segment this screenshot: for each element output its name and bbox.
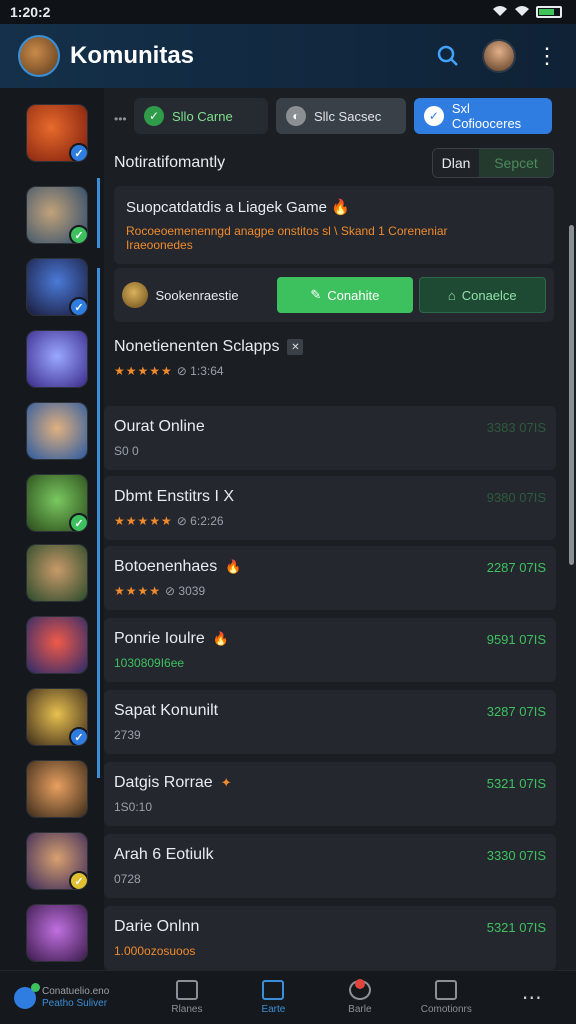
chip-scroll-indicator: ••• [114, 112, 127, 126]
edit-icon: ✎ [310, 287, 322, 302]
rail-indicator [97, 178, 100, 248]
segment-option-a[interactable]: Dlan [433, 149, 479, 177]
price: 5321 07IS [486, 776, 546, 791]
price: 9380 07IS [486, 490, 546, 505]
fire-icon: 🔥 [225, 559, 242, 574]
avatar[interactable] [482, 39, 516, 73]
check-icon: ✓ [69, 871, 87, 889]
primary-action-button[interactable]: ✎ Conahite [277, 277, 413, 313]
feature-card[interactable]: Suopcatdatdis a Liagek Game 🔥 Rocoeoemen… [114, 186, 554, 264]
game-icon-12[interactable] [26, 904, 88, 962]
game-icon-11[interactable]: ✓ [26, 832, 88, 890]
scrollbar[interactable] [569, 225, 574, 565]
more-options-icon[interactable]: ⋮ [536, 45, 558, 67]
home-icon: ⌂ [447, 287, 456, 303]
rating-stars: ★★★★★ [114, 364, 173, 378]
verified-icon: ✓ [69, 727, 87, 745]
status-time: 1:20:2 [10, 4, 51, 20]
list-item-title: Nonetienenten Sclapps ✕ [114, 338, 534, 356]
game-icon-10[interactable] [26, 760, 88, 818]
game-icon-5[interactable] [26, 402, 88, 460]
game-icon-2[interactable]: ✓ [26, 186, 88, 244]
verified-icon: ✓ [69, 297, 87, 315]
list-item[interactable]: Dbmt Enstitrs I X ★★★★★ ⊘ 6:2:26 9380 07… [104, 476, 556, 540]
price: 2287 07IS [486, 560, 546, 575]
game-icon-7[interactable] [26, 544, 88, 602]
calendar-icon [435, 980, 458, 1000]
filter-chips: ✓ Sllo Carne ◐ Sllc Sacsec ✓ Sxl Cofiooc… [134, 98, 552, 134]
check-icon: ✓ [69, 513, 87, 531]
spark-icon: ✦ [220, 775, 232, 790]
status-icons [492, 4, 562, 20]
price: 9591 07IS [486, 632, 546, 647]
nav-item-barle[interactable]: Barle [317, 971, 403, 1024]
action-row: Sookenraestie ✎ Conahite ⌂ Conaelce [114, 268, 554, 322]
price: 3287 07IS [486, 704, 546, 719]
price: 3383 07IS [486, 420, 546, 435]
secondary-action-button[interactable]: ⌂ Conaelce [418, 277, 547, 313]
feature-title: Suopcatdatdis a Liagek Game 🔥 [126, 199, 350, 216]
wifi-icon-2 [514, 4, 530, 20]
list-item[interactable]: Sapat Konunilt 2739 3287 07IS [104, 690, 556, 754]
check-icon: ✓ [144, 106, 164, 126]
more-icon[interactable]: ⋯ [490, 971, 576, 1024]
verified-icon: ✓ [69, 143, 87, 161]
segment-control: Dlan Sepcet [432, 148, 554, 178]
chip-cofiooceres[interactable]: ✓ Sxl Cofiooceres [414, 98, 552, 134]
list-item[interactable]: Darie Onlnn 1.000ozosuoos 5321 07IS [104, 906, 556, 970]
price: 3330 07IS [486, 848, 546, 863]
action-label: Sookenraestie [155, 287, 239, 303]
avatar [122, 282, 148, 308]
home-icon [175, 980, 198, 1000]
list-item-meta: ★★★★★ ⊘ 1:3:64 [114, 364, 224, 378]
game-icon-8[interactable] [26, 616, 88, 674]
list-item[interactable]: Arah 6 Eotiulk 0728 3330 07IS [104, 834, 556, 898]
check-icon: ✓ [424, 106, 444, 126]
nav-item-rlanes[interactable]: Rlanes [144, 971, 230, 1024]
fire-icon: 🔥 [212, 631, 229, 646]
game-icon-4[interactable] [26, 330, 88, 388]
rail-indicator-long [97, 268, 100, 778]
list-item[interactable]: Ourat Online S0 0 3383 07IS [104, 406, 556, 470]
bookmark-icon [262, 980, 285, 1000]
app-header: Komunitas ⋮ [0, 24, 576, 88]
segment-option-b[interactable]: Sepcet [479, 149, 553, 177]
game-icon-9[interactable]: ✓ [26, 688, 88, 746]
game-icon-6[interactable]: ✓ [26, 474, 88, 532]
feature-description: Rocoeoemenenngd anagpe onstitos sl \ Ska… [126, 224, 448, 252]
chip-game[interactable]: ✓ Sllo Carne [134, 98, 268, 134]
price: 5321 07IS [486, 920, 546, 935]
nav-item-earte[interactable]: Earte [230, 971, 316, 1024]
fire-icon: 🔥 [331, 199, 350, 216]
nav-item-comotionrs[interactable]: Comotionrs [403, 971, 489, 1024]
game-icon-1[interactable]: ✓ [26, 104, 88, 162]
search-icon[interactable] [430, 38, 466, 74]
rating-stars: ★★★★ [114, 584, 162, 598]
list-item[interactable]: Nonetienenten Sclapps ✕ ★★★★★ ⊘ 1:3:64 [114, 338, 534, 388]
list-item[interactable]: Ponrie Ioulre 🔥 1030809I6ee 9591 07IS [104, 618, 556, 682]
list-item[interactable]: Datgis Rorrae ✦ 1S0:10 5321 07IS [104, 762, 556, 826]
filter-icon: ◐ [286, 106, 306, 126]
battery-icon [536, 6, 562, 18]
section-title: Notiratifomantly [114, 154, 226, 171]
profile-icon [14, 982, 40, 1009]
bottom-nav: Conatuelio.eno Peatho Suliver Rlanes Ear… [0, 970, 576, 1024]
chip-sacsec[interactable]: ◐ Sllc Sacsec [276, 98, 406, 134]
status-bar: 1:20:2 [0, 0, 576, 24]
main-content: ••• ✓ Sllo Carne ◐ Sllc Sacsec ✓ Sxl Cof… [104, 88, 576, 970]
check-icon: ✓ [69, 225, 87, 243]
rating-stars: ★★★★★ [114, 514, 173, 528]
nav-profile[interactable]: Conatuelio.eno Peatho Suliver [0, 971, 144, 1024]
list-item[interactable]: Botoenenhaes 🔥 ★★★★ ⊘ 3039 2287 07IS [104, 546, 556, 610]
page-title: Komunitas [70, 42, 195, 69]
close-icon[interactable]: ✕ [287, 339, 304, 355]
wifi-icon [492, 4, 508, 20]
game-rail: ✓ ✓ ✓ ✓ ✓ ✓ [0, 88, 104, 970]
app-logo[interactable] [18, 35, 60, 77]
game-icon-3[interactable]: ✓ [26, 258, 88, 316]
